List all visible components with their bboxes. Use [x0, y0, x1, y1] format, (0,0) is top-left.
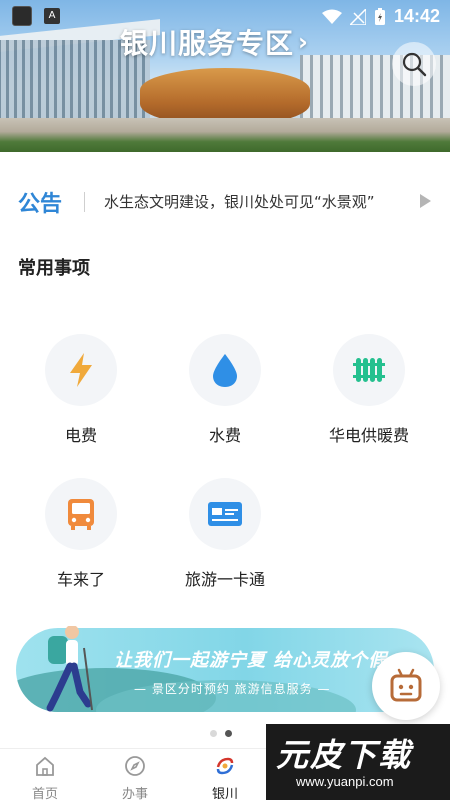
- plaza-ground: [0, 118, 450, 152]
- no-signal-icon: [349, 8, 366, 25]
- assistant-button[interactable]: [372, 652, 440, 720]
- service-icon-circle: [189, 334, 261, 406]
- notification-icon: [12, 6, 32, 26]
- carousel-dot[interactable]: [210, 730, 217, 737]
- carousel-indicator: [210, 730, 232, 737]
- watermark-url: www.yuanpi.com: [296, 774, 394, 789]
- service-electricity[interactable]: 电费: [21, 334, 141, 454]
- hiker-illustration: [46, 623, 93, 712]
- service-label: 华电供暖费: [328, 426, 409, 445]
- water-drop-icon: [213, 354, 237, 387]
- service-icon-circle: [189, 478, 261, 550]
- radiator-icon: [353, 358, 385, 382]
- notice-text[interactable]: 水生态文明建设，银川处处可见“水景观”: [104, 191, 408, 212]
- chevron-right-icon: ›: [298, 28, 309, 56]
- service-label: 电费: [64, 426, 97, 445]
- section-title: 常用事项: [18, 258, 90, 279]
- tab-label: 办事: [121, 787, 148, 800]
- watermark: 元皮下载 www.yuanpi.com: [266, 724, 450, 800]
- service-tourism-card[interactable]: 旅游一卡通: [165, 478, 285, 598]
- tab-services[interactable]: 办事: [105, 755, 165, 800]
- service-label: 水费: [208, 426, 241, 445]
- page-title-text: 银川服务专区: [120, 27, 295, 60]
- service-bus[interactable]: 车来了: [21, 478, 141, 598]
- notice-bar[interactable]: 公告 水生态文明建设，银川处处可见“水景观”: [0, 178, 450, 228]
- banner-subtitle: — 景区分时预约 旅游信息服务 —: [134, 682, 331, 696]
- yinchuan-logo-icon: [216, 757, 234, 775]
- service-water[interactable]: 水费: [165, 334, 285, 454]
- service-icon-circle: [45, 334, 117, 406]
- service-icon-circle: [333, 334, 405, 406]
- play-arrow-icon[interactable]: [420, 194, 431, 208]
- tab-label: 银川: [211, 787, 238, 800]
- robot-icon: [390, 668, 422, 702]
- wifi-icon: [321, 9, 342, 24]
- search-button[interactable]: [392, 42, 436, 86]
- carousel-dot-active[interactable]: [225, 730, 232, 737]
- search-icon: [402, 52, 427, 77]
- notice-tag: 公告: [18, 192, 63, 217]
- lightning-icon: [70, 353, 92, 387]
- bus-icon: [68, 499, 94, 530]
- card-icon: [208, 502, 242, 526]
- battery-icon: [374, 7, 385, 25]
- banner-slogan: 让我们一起游宁夏 给心灵放个假: [114, 650, 388, 671]
- tab-home[interactable]: 首页: [15, 755, 75, 800]
- service-heating[interactable]: 华电供暖费: [309, 334, 429, 454]
- tab-label: 首页: [31, 787, 58, 800]
- service-label: 旅游一卡通: [184, 570, 265, 589]
- app-badge-icon: A: [44, 8, 60, 24]
- home-icon: [36, 756, 54, 776]
- service-label: 车来了: [56, 570, 105, 589]
- compass-icon: [125, 756, 145, 776]
- service-icon-circle: [45, 478, 117, 550]
- divider: [84, 192, 85, 212]
- clock: 14:42: [393, 6, 440, 26]
- watermark-title: 元皮下载: [276, 736, 413, 774]
- tab-yinchuan[interactable]: 银川: [195, 755, 255, 800]
- page-title[interactable]: 银川服务专区 ›: [120, 22, 309, 62]
